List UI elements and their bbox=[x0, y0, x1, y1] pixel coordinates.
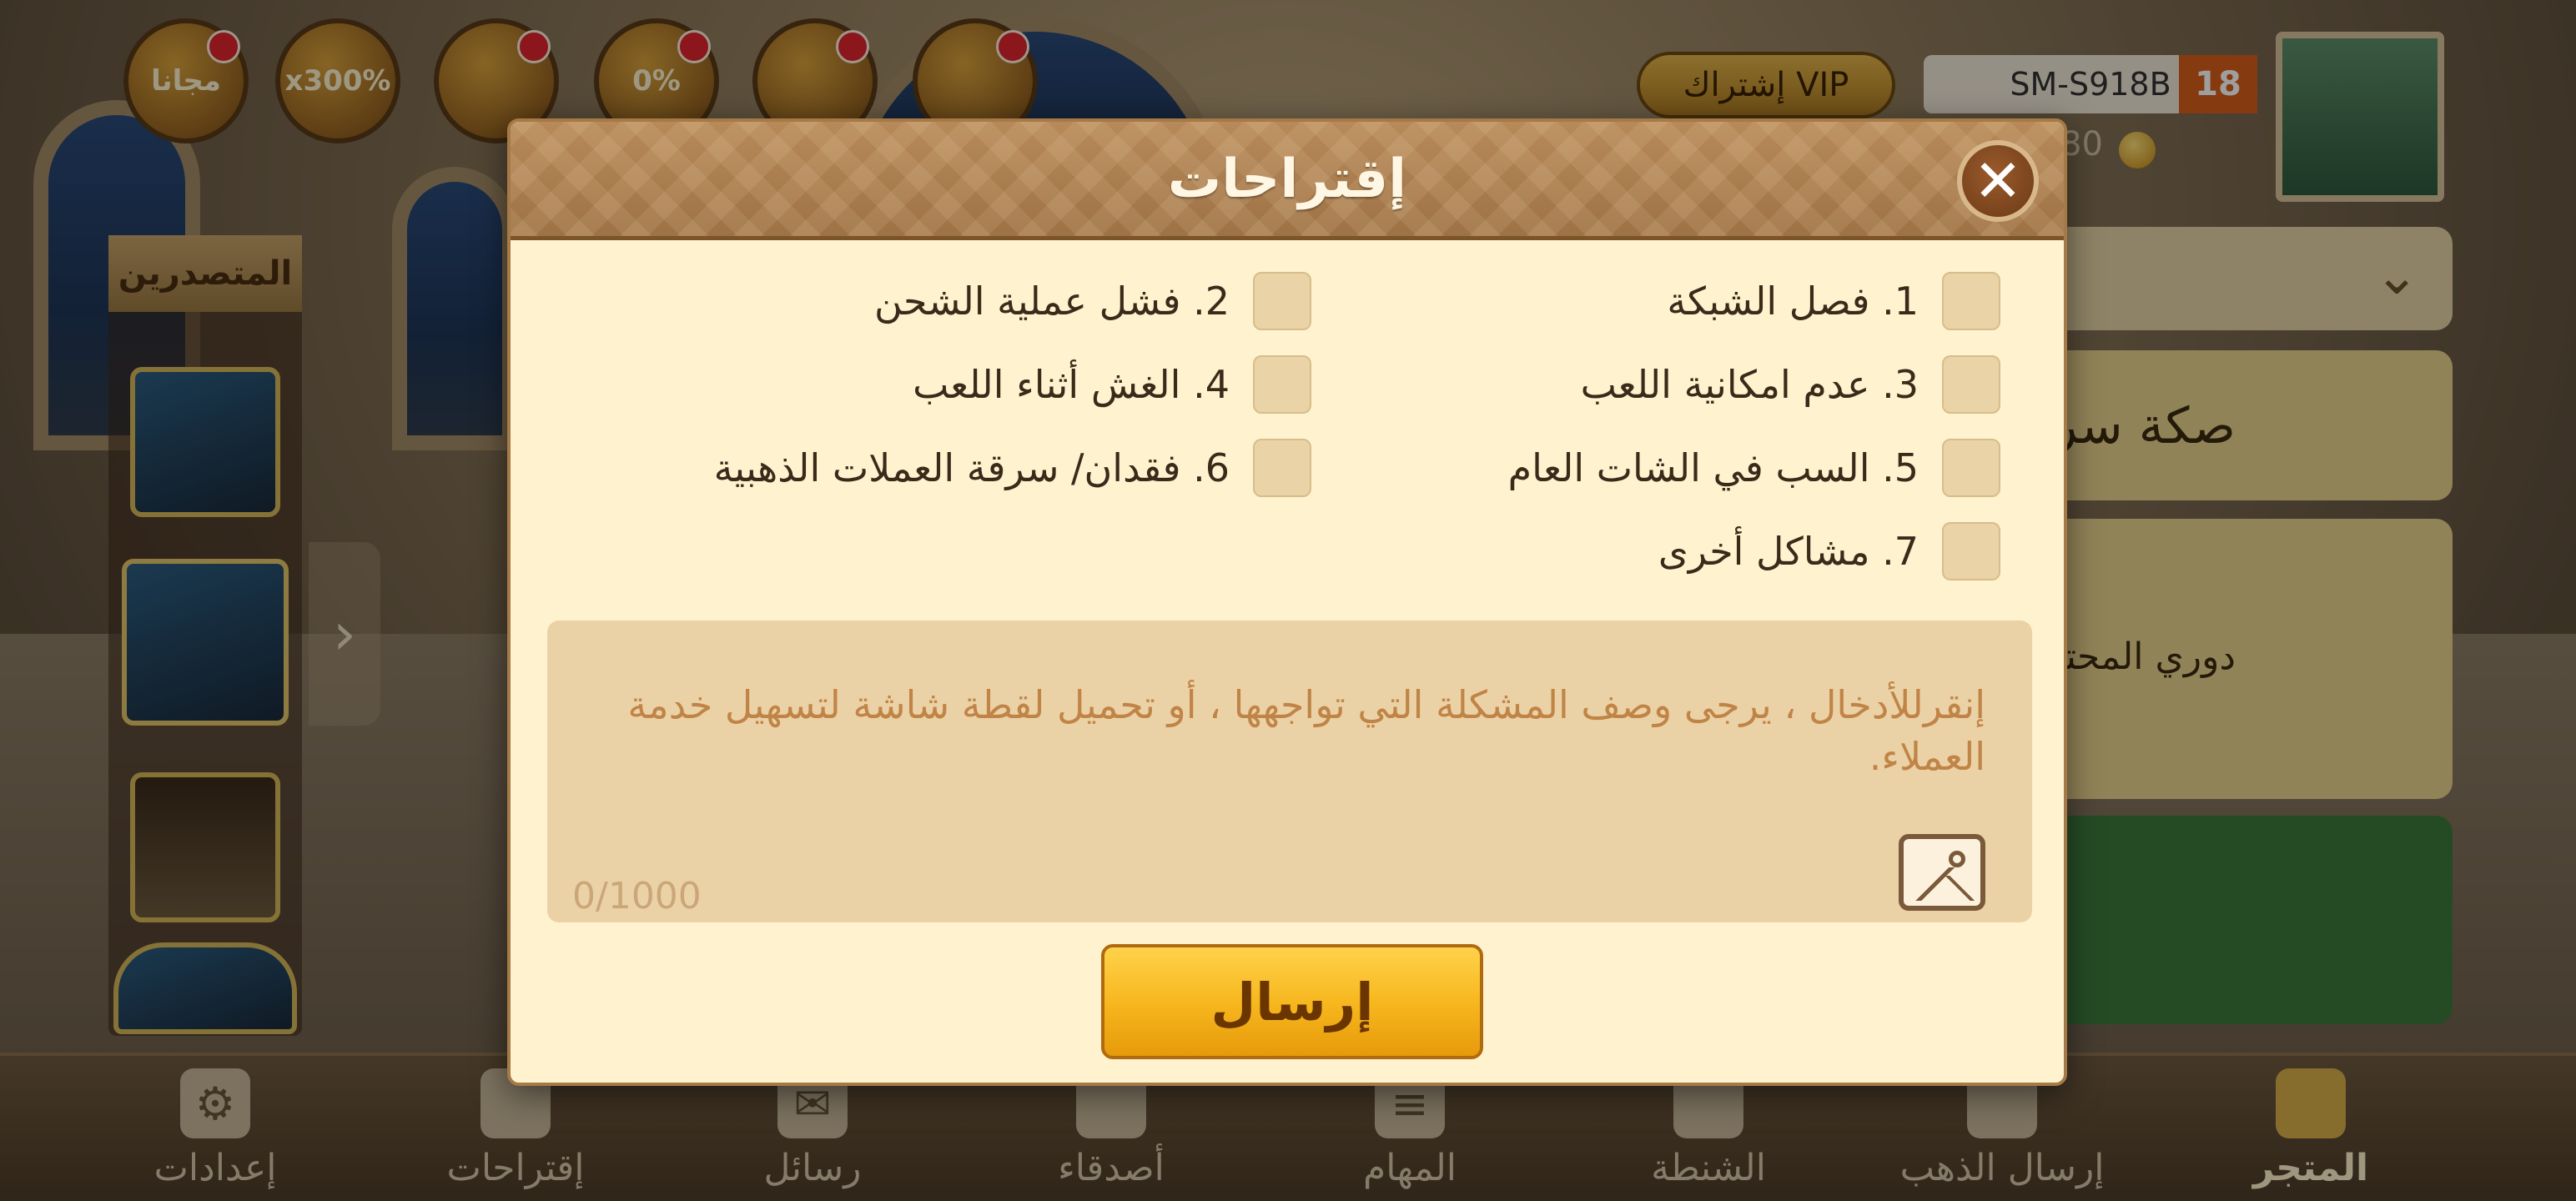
option-label: 5. السب في الشات العام bbox=[1507, 445, 1919, 490]
image-upload-icon[interactable] bbox=[1899, 834, 1985, 911]
option-gold-loss[interactable]: 6. فقدان/ سرقة العملات الذهبية bbox=[714, 439, 1311, 497]
description-textarea[interactable]: إنقرللأدخال ، يرجى وصف المشكلة التي تواج… bbox=[547, 621, 2032, 922]
option-label: 2. فشل عملية الشحن bbox=[874, 279, 1230, 324]
option-other-issues[interactable]: 7. مشاكل أخرى bbox=[1658, 522, 2000, 580]
suggestions-dialog: إقتراحات ✕ 1. فصل الشبكة 3. عدم امكانية … bbox=[507, 118, 2067, 1086]
option-label: 1. فصل الشبكة bbox=[1667, 279, 1919, 324]
send-button[interactable]: إرسال bbox=[1101, 944, 1483, 1059]
option-network-disconnect[interactable]: 1. فصل الشبكة bbox=[1667, 272, 2000, 330]
close-icon: ✕ bbox=[1973, 147, 2023, 215]
textarea-placeholder: إنقرللأدخال ، يرجى وصف المشكلة التي تواج… bbox=[627, 682, 1985, 779]
option-checkbox[interactable] bbox=[1942, 522, 2000, 580]
image-sun-shape bbox=[1949, 851, 1965, 867]
option-checkbox[interactable] bbox=[1253, 272, 1311, 330]
option-label: 4. الغش أثناء اللعب bbox=[913, 362, 1230, 407]
option-label: 3. عدم امكانية اللعب bbox=[1580, 362, 1919, 407]
option-cheating[interactable]: 4. الغش أثناء اللعب bbox=[913, 355, 1311, 414]
image-mountain-shape bbox=[1909, 867, 1975, 901]
option-charge-failure[interactable]: 2. فشل عملية الشحن bbox=[874, 272, 1311, 330]
option-label: 7. مشاكل أخرى bbox=[1658, 529, 1919, 574]
option-public-chat-abuse[interactable]: 5. السب في الشات العام bbox=[1508, 439, 2000, 497]
option-cannot-play[interactable]: 3. عدم امكانية اللعب bbox=[1581, 355, 2000, 414]
send-button-label: إرسال bbox=[1210, 971, 1374, 1033]
dialog-header: إقتراحات ✕ bbox=[511, 122, 2064, 240]
option-checkbox[interactable] bbox=[1942, 272, 2000, 330]
close-button[interactable]: ✕ bbox=[1957, 140, 2039, 222]
option-label: 6. فقدان/ سرقة العملات الذهبية bbox=[713, 445, 1230, 490]
character-counter: 0/1000 bbox=[572, 875, 702, 917]
option-checkbox[interactable] bbox=[1942, 355, 2000, 414]
option-checkbox[interactable] bbox=[1253, 439, 1311, 497]
option-checkbox[interactable] bbox=[1942, 439, 2000, 497]
option-checkbox[interactable] bbox=[1253, 355, 1311, 414]
dialog-title: إقتراحات bbox=[1167, 148, 1407, 210]
